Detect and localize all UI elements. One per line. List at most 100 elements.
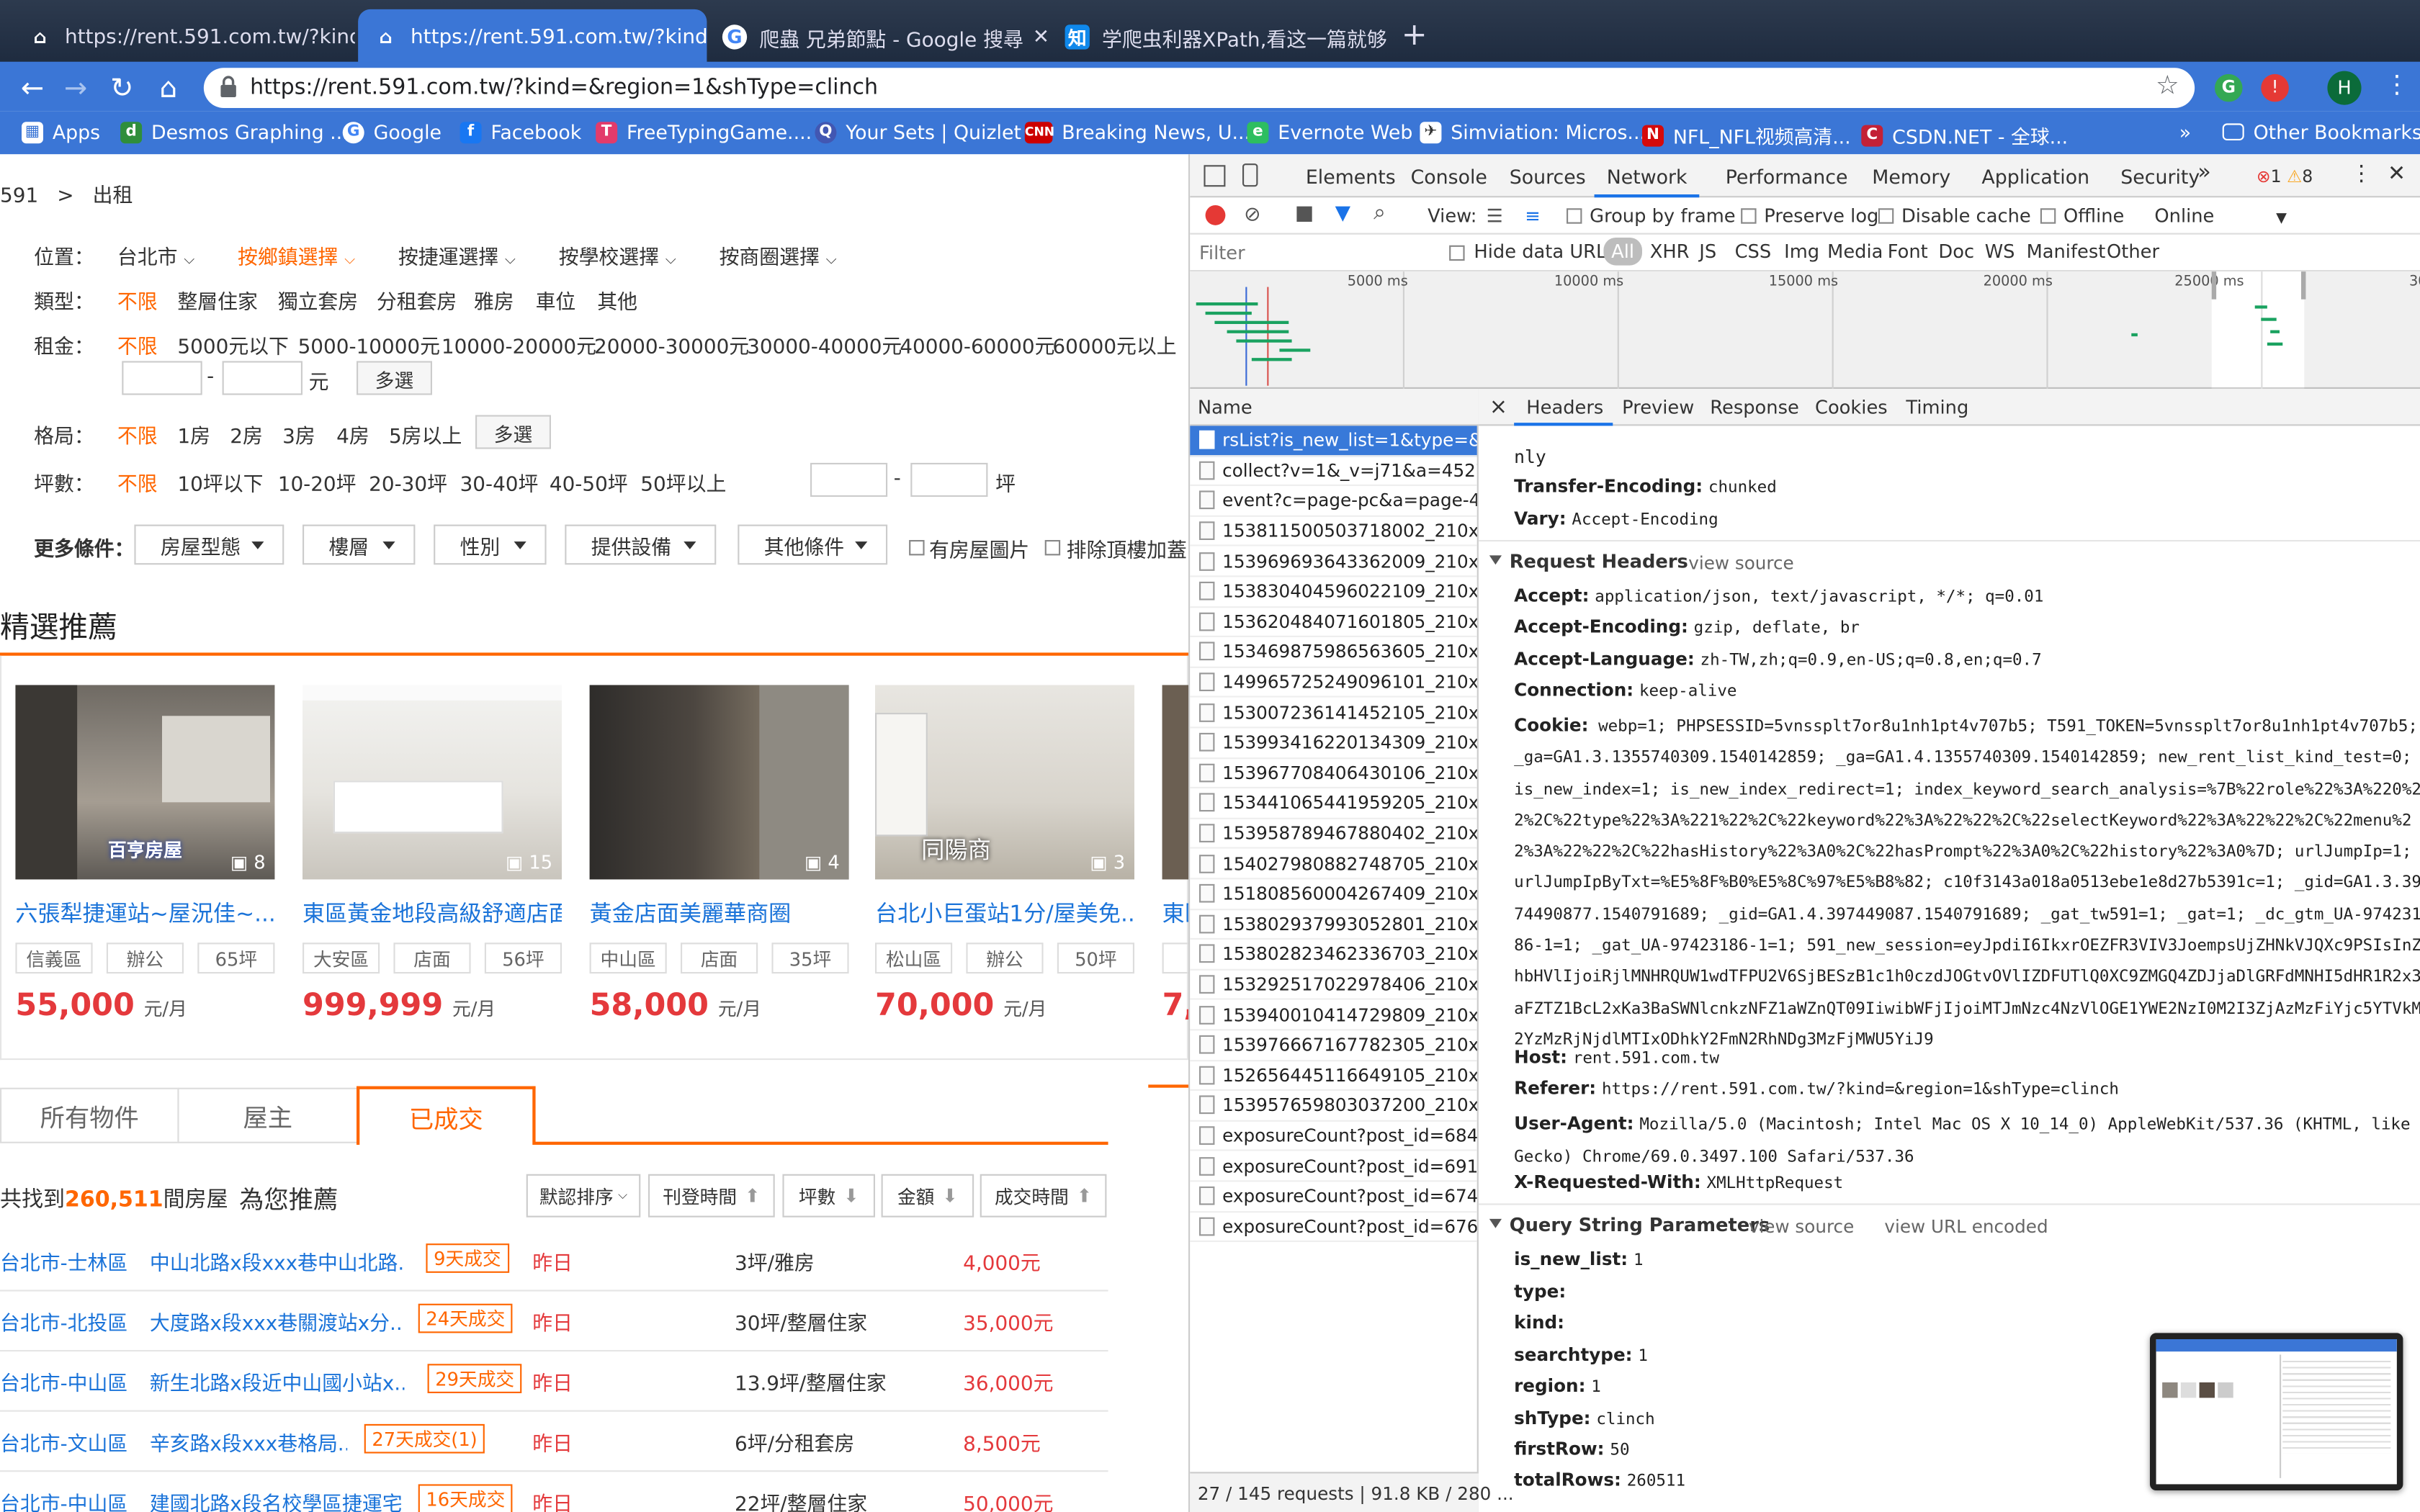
listing-photo[interactable]: 百亨房屋 ▣ 8: [15, 685, 275, 880]
browser-tab-3[interactable]: G 爬蟲 兄弟節點 - Google 搜尋 ✕: [707, 9, 1049, 65]
grammarly-extension-icon[interactable]: G: [2215, 73, 2243, 102]
request-headers-section-toggle[interactable]: Request Headers: [1489, 551, 1688, 572]
view-source-link[interactable]: view source: [1749, 1216, 1854, 1238]
type-filter-doc[interactable]: Doc: [1938, 240, 1974, 262]
close-devtools-icon[interactable]: ✕: [2388, 162, 2406, 186]
location-school-dropdown[interactable]: 按學校選擇 ⌵: [559, 240, 676, 270]
timeline-overview[interactable]: 5000 ms 10000 ms 15000 ms 20000 ms 25000…: [1190, 271, 2420, 389]
row-address[interactable]: 建國北路x段名校學區捷運宅: [150, 1488, 403, 1512]
waterfall-icon[interactable]: ≡: [1525, 205, 1541, 227]
type-option[interactable]: 整層住家: [177, 285, 257, 315]
sort-deal-time-button[interactable]: 成交時間 ⬆: [980, 1174, 1107, 1218]
size-max-input[interactable]: [910, 462, 988, 497]
type-filter-media[interactable]: Media: [1827, 240, 1883, 262]
request-row[interactable]: 153802823462336703_210x1...: [1190, 940, 1477, 971]
size-option[interactable]: 20-30坪: [369, 467, 447, 497]
type-filter-js[interactable]: JS: [1699, 240, 1716, 262]
request-row[interactable]: 153967708406430106_210x1...: [1190, 758, 1477, 789]
featured-card[interactable]: ▣ 15 東區黃金地段高級舒適店面 大安區 店面 56坪 999,999 元/月: [302, 685, 562, 1023]
bookmark-evernote[interactable]: e Evernote Web: [1247, 120, 1412, 143]
devtools-menu-icon[interactable]: ⋮: [2351, 162, 2372, 186]
location-mrt-dropdown[interactable]: 按捷運選擇 ⌵: [398, 240, 516, 270]
offline-checkbox[interactable]: [2040, 208, 2056, 224]
home-icon[interactable]: ⌂: [148, 68, 189, 108]
size-option[interactable]: 不限: [117, 467, 158, 497]
request-row[interactable]: 153830404596022109_210x1...: [1190, 577, 1477, 608]
rent-multi-select-button[interactable]: 多選: [356, 361, 432, 395]
type-option[interactable]: 車位: [536, 285, 576, 315]
large-rows-icon[interactable]: ☰: [1487, 205, 1503, 227]
request-row[interactable]: 151808560004267409_210x1...: [1190, 879, 1477, 910]
tab-owner[interactable]: 屋主: [177, 1087, 359, 1143]
tab-closed-deals[interactable]: 已成交: [356, 1086, 536, 1145]
camera-icon[interactable]: ■: [1295, 202, 1314, 225]
layout-multi-select-button[interactable]: 多選: [475, 415, 551, 449]
screenshot-thumbnail[interactable]: [2150, 1333, 2403, 1490]
filter-icon[interactable]: ▼: [1335, 202, 1350, 225]
request-row[interactable]: 154027980882748705_210x1...: [1190, 849, 1477, 880]
query-string-section-toggle[interactable]: Query String Parameters: [1489, 1214, 1770, 1236]
listing-photo[interactable]: [1162, 685, 1188, 880]
request-row[interactable]: 149965725249096101_210x1...: [1190, 667, 1477, 698]
type-filter-ws[interactable]: WS: [1985, 240, 2015, 262]
row-address[interactable]: 新生北路x段近中山國小站x...: [150, 1367, 405, 1396]
location-district-dropdown[interactable]: 按鄉鎮選擇 ⌵: [238, 240, 355, 270]
type-option[interactable]: 分租套房: [377, 285, 457, 315]
address-bar[interactable]: https://rent.591.com.tw/?kind=&region=1&…: [203, 68, 2195, 108]
request-row[interactable]: 153292517022978406_210x1...: [1190, 970, 1477, 1001]
request-row[interactable]: event?c=page-pc&a=page-4...: [1190, 486, 1477, 517]
device-toolbar-icon[interactable]: [1242, 163, 1258, 187]
table-row[interactable]: 台北市-中山區 建國北路x段名校學區捷運宅 16天成交 昨日 22坪/整層住家 …: [0, 1472, 1108, 1512]
request-row[interactable]: 153957659803037200_210x1...: [1190, 1091, 1477, 1122]
table-row[interactable]: 台北市-北投區 大度路x段xxx巷關渡站x分... 24天成交 昨日 30坪/整…: [0, 1292, 1108, 1352]
layout-option[interactable]: 4房: [336, 420, 369, 449]
row-address[interactable]: 中山北路x段xxx巷中山北路...: [150, 1246, 405, 1276]
extension-alert-icon[interactable]: !: [2261, 73, 2289, 102]
featured-card[interactable]: 東區 大 7,: [1162, 685, 1188, 1023]
bookmark-cnn[interactable]: CNN Breaking News, U....: [1024, 120, 1257, 143]
type-filter-other[interactable]: Other: [2107, 240, 2159, 262]
size-min-input[interactable]: [810, 462, 888, 497]
size-option[interactable]: 10-20坪: [278, 467, 357, 497]
featured-card[interactable]: ▣ 4 黃金店面美麗華商圈 中山區 店面 35坪 58,000 元/月: [589, 685, 849, 1023]
rent-option[interactable]: 30000-40000元: [747, 330, 902, 359]
row-area[interactable]: 台北市-北投區: [0, 1307, 127, 1336]
type-filter-manifest[interactable]: Manifest: [2027, 240, 2106, 262]
gender-dropdown[interactable]: 性別: [434, 524, 547, 565]
rent-option[interactable]: 不限: [117, 330, 158, 359]
request-row[interactable]: 152656445116649105_210x1...: [1190, 1061, 1477, 1092]
listing-photo[interactable]: ▣ 15: [302, 685, 562, 880]
row-address[interactable]: 大度路x段xxx巷關渡站x分...: [150, 1307, 405, 1336]
reload-icon[interactable]: ↻: [102, 68, 142, 108]
house-type-dropdown[interactable]: 房屋型態: [134, 524, 284, 565]
request-row[interactable]: collect?v=1&_v=j71&a=45279...: [1190, 456, 1477, 487]
size-option[interactable]: 30-40坪: [460, 467, 539, 497]
row-address[interactable]: 辛亥路x段xxx巷格局...: [150, 1427, 347, 1457]
range-handle-left[interactable]: [2211, 271, 2217, 300]
tab-network[interactable]: Network: [1607, 165, 1688, 188]
detail-tab-response[interactable]: Response: [1710, 397, 1799, 418]
close-tab-icon[interactable]: ✕: [1023, 25, 1049, 48]
tab-sources[interactable]: Sources: [1510, 165, 1586, 188]
disable-cache-checkbox[interactable]: [1878, 208, 1894, 224]
size-option[interactable]: 50坪以上: [640, 467, 726, 497]
size-option[interactable]: 40-50坪: [550, 467, 628, 497]
profile-avatar[interactable]: H: [2327, 71, 2362, 105]
row-area[interactable]: 台北市-士林區: [0, 1246, 127, 1276]
more-tabs-icon[interactable]: »: [2197, 161, 2210, 185]
request-row[interactable]: 153969693643362009_210x1...: [1190, 546, 1477, 577]
back-arrow-icon[interactable]: ←: [12, 68, 53, 108]
sort-size-button[interactable]: 坪數 ⬇: [782, 1174, 875, 1218]
search-icon[interactable]: ⌕: [1373, 201, 1386, 225]
detail-tab-cookies[interactable]: Cookies: [1815, 397, 1888, 418]
row-area[interactable]: 台北市-中山區: [0, 1367, 127, 1396]
throttling-select[interactable]: Online ▼: [2154, 205, 2287, 227]
listing-photo[interactable]: 同陽商 ▣ 3: [875, 685, 1134, 880]
row-area[interactable]: 台北市-中山區: [0, 1488, 127, 1512]
tab-all-listings[interactable]: 所有物件: [0, 1087, 179, 1143]
sort-post-time-button[interactable]: 刊登時間 ⬆: [648, 1174, 775, 1218]
type-filter-all[interactable]: All: [1603, 238, 1642, 266]
bookmark-freetypinggame[interactable]: T FreeTypingGame....: [596, 120, 812, 143]
listing-title[interactable]: 東區黃金地段高級舒適店面: [302, 896, 562, 929]
tab-elements[interactable]: Elements: [1306, 165, 1396, 188]
